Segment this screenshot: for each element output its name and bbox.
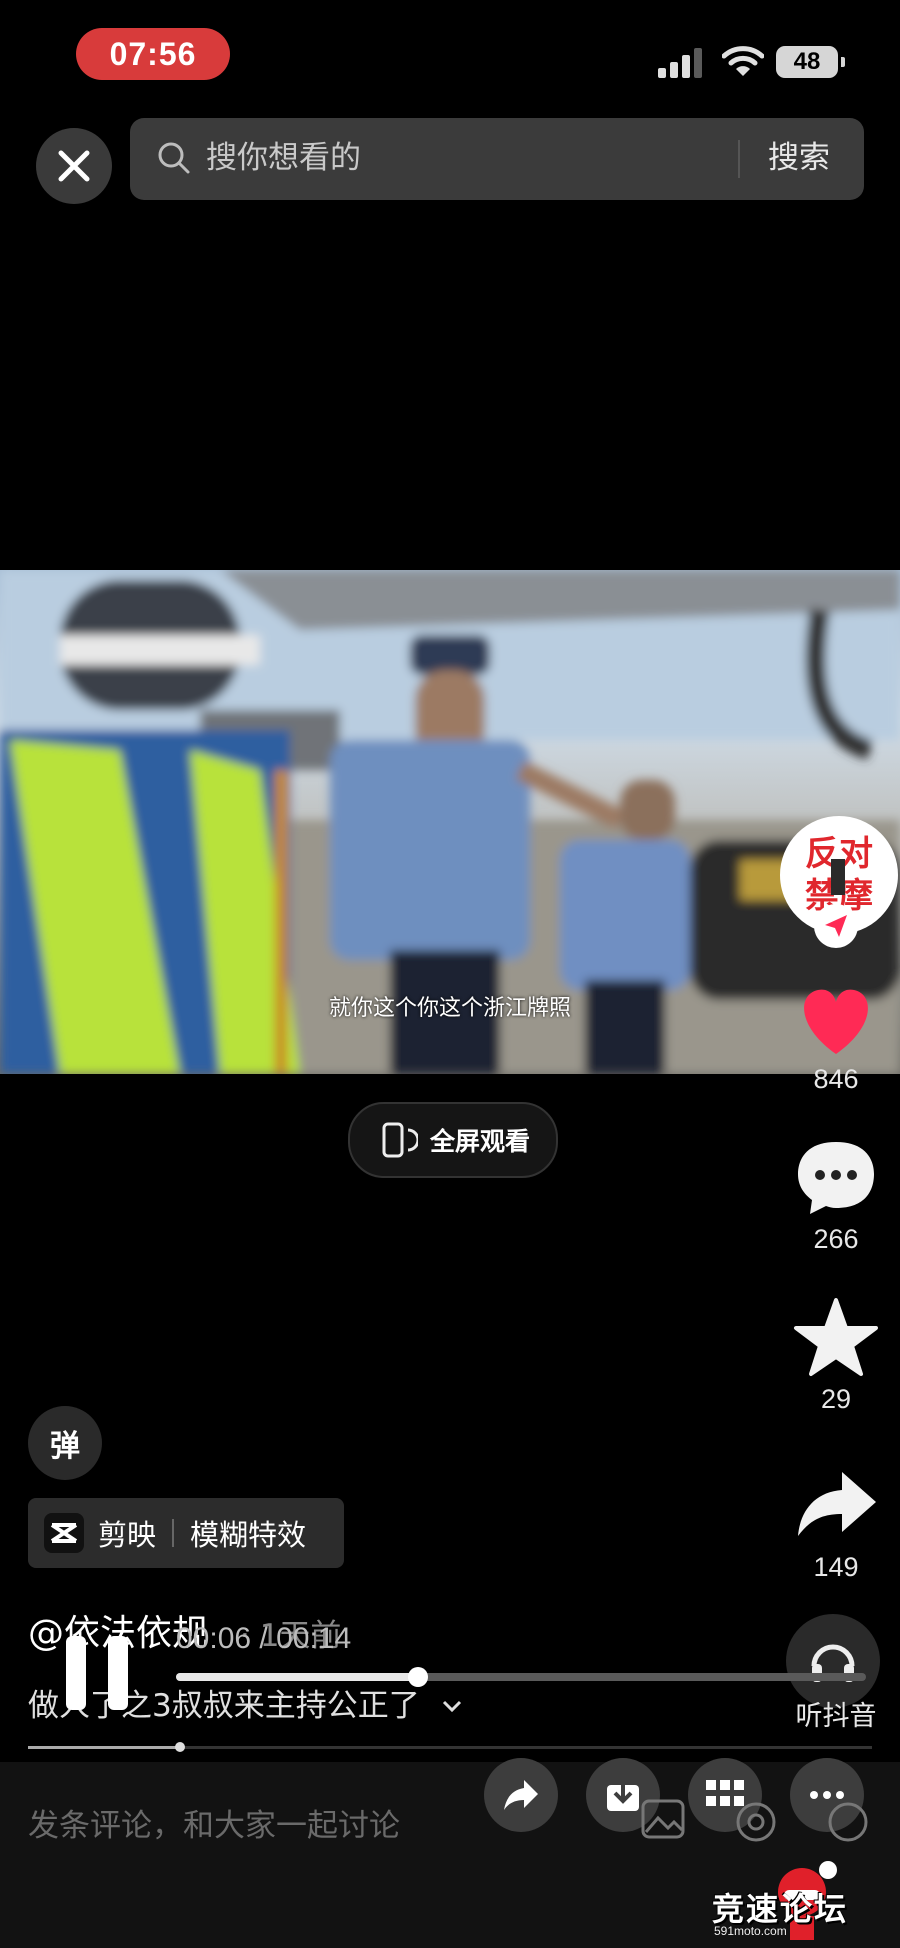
wifi-icon [722,46,764,76]
share-count: 149 [813,1552,859,1582]
watermark-site: 591moto.com [714,1924,787,1938]
share-arrow-icon [798,1472,876,1536]
like-button[interactable]: 846 [776,980,896,1100]
chevron-down-icon [442,1700,461,1713]
rotate-screen-icon [382,1122,418,1158]
favorite-button[interactable]: 29 [776,1296,896,1426]
forward-button[interactable] [484,1758,558,1832]
status-time: 07:56 [76,28,230,80]
mini-progress-knob [174,1742,185,1752]
search-icon [158,142,190,174]
close-button[interactable] [36,128,112,204]
like-count: 846 [813,1064,859,1094]
fullscreen-label: 全屏观看 [430,1127,531,1156]
more-icon [810,1791,844,1799]
emoji-icon[interactable] [826,1800,870,1844]
comment-count: 266 [813,1224,859,1254]
danmaku-toggle[interactable]: 弹 [28,1406,102,1480]
follow-button[interactable] [814,904,858,948]
search-button[interactable]: 搜索 [768,136,830,180]
download-icon [607,1779,639,1811]
danmaku-label: 弹 [50,1429,80,1464]
image-icon[interactable] [640,1798,686,1840]
search-input[interactable]: 搜你想看的 [206,136,361,180]
listen-label: 听抖音 [795,1701,877,1732]
capcut-logo-icon [44,1513,84,1553]
favorite-count: 29 [820,1384,852,1414]
comment-input[interactable]: 发条评论，和大家一起讨论 [28,1800,400,1845]
heart-icon [804,989,868,1054]
comment-bubble-icon [798,1142,874,1214]
star-icon [794,1298,878,1376]
search-bar[interactable]: 搜你想看的 搜索 [130,118,864,200]
comment-button[interactable]: 266 [776,1136,896,1266]
share-button[interactable]: 149 [776,1464,896,1594]
capcut-app-name: 剪映 [98,1518,157,1552]
battery-indicator: 48 [776,46,845,78]
playback-time: 00:06 / 00:14 [176,1622,352,1655]
forward-icon [504,1780,538,1810]
fullscreen-button[interactable]: 全屏观看 [348,1102,558,1178]
progress-scrubber[interactable] [407,1667,428,1687]
forum-watermark: 竞速论坛 591moto.com [710,1858,896,1944]
capcut-effect-name: 模糊特效 [190,1518,307,1552]
pause-icon[interactable] [62,1634,132,1712]
send-arrow-icon [825,915,847,937]
search-divider [738,140,740,178]
capcut-divider [172,1519,175,1547]
video-subtitle: 就你这个你这个浙江牌照 [328,996,571,1021]
close-icon [58,150,90,182]
mention-icon[interactable] [734,1800,778,1844]
progress-fill [176,1673,418,1681]
mini-progress-fill [28,1746,180,1749]
signal-icon [658,48,702,78]
capcut-tag[interactable]: 剪映 模糊特效 [28,1498,344,1568]
